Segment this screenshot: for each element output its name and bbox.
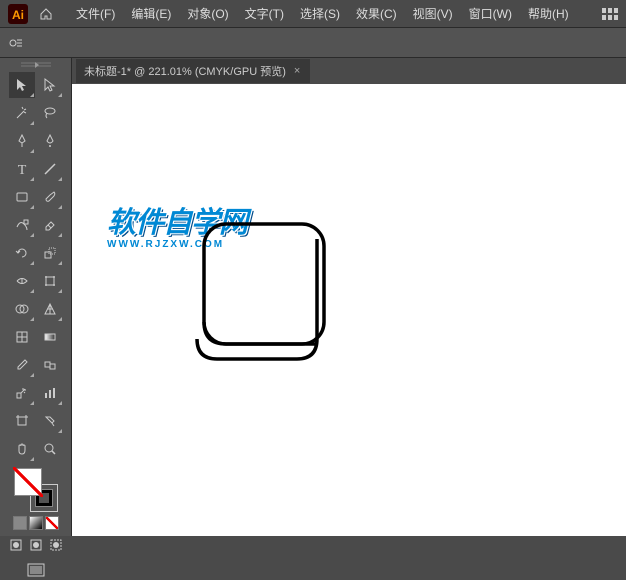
document-area: 未标题-1* @ 221.01% (CMYK/GPU 预览) × 软件自学网 W… bbox=[72, 58, 626, 536]
draw-behind[interactable] bbox=[27, 536, 45, 554]
line-segment-tool[interactable] bbox=[37, 156, 63, 182]
no-selection-icon[interactable] bbox=[6, 33, 26, 53]
options-bar bbox=[0, 28, 626, 58]
document-tabs: 未标题-1* @ 221.01% (CMYK/GPU 预览) × bbox=[72, 58, 626, 84]
artboard-tool[interactable] bbox=[9, 408, 35, 434]
magic-wand-tool[interactable] bbox=[9, 100, 35, 126]
menu-window[interactable]: 窗口(W) bbox=[461, 1, 520, 26]
scale-tool[interactable] bbox=[37, 240, 63, 266]
lasso-tool[interactable] bbox=[37, 100, 63, 126]
blend-tool[interactable] bbox=[37, 352, 63, 378]
rotate-tool[interactable] bbox=[9, 240, 35, 266]
menu-effect[interactable]: 效果(C) bbox=[348, 1, 405, 26]
hand-tool[interactable] bbox=[9, 436, 35, 462]
tab-title: 未标题-1* @ 221.01% (CMYK/GPU 预览) bbox=[84, 63, 286, 79]
svg-text:Ai: Ai bbox=[12, 8, 24, 22]
shape-builder-tool[interactable] bbox=[9, 296, 35, 322]
toolbox: T bbox=[0, 58, 72, 536]
color-mode-solid[interactable] bbox=[13, 516, 27, 530]
shaper-tool[interactable] bbox=[9, 212, 35, 238]
slice-tool[interactable] bbox=[37, 408, 63, 434]
menu-view[interactable]: 视图(V) bbox=[405, 1, 461, 26]
menu-help[interactable]: 帮助(H) bbox=[520, 1, 577, 26]
color-modes bbox=[13, 516, 59, 530]
rectangle-tool[interactable] bbox=[9, 184, 35, 210]
toolbox-handle[interactable] bbox=[6, 62, 66, 68]
selection-tool[interactable] bbox=[9, 72, 35, 98]
curvature-tool[interactable] bbox=[37, 128, 63, 154]
menu-type[interactable]: 文字(T) bbox=[237, 1, 292, 26]
menu-file[interactable]: 文件(F) bbox=[68, 1, 123, 26]
color-mode-gradient[interactable] bbox=[29, 516, 43, 530]
type-tool[interactable]: T bbox=[9, 156, 35, 182]
fill-stroke-swatch[interactable] bbox=[14, 468, 58, 512]
fill-color[interactable] bbox=[14, 468, 42, 496]
direct-selection-tool[interactable] bbox=[37, 72, 63, 98]
eyedropper-tool[interactable] bbox=[9, 352, 35, 378]
tool-grid: T bbox=[7, 70, 65, 464]
width-tool[interactable] bbox=[9, 268, 35, 294]
menu-select[interactable]: 选择(S) bbox=[292, 1, 348, 26]
top-bar: Ai 文件(F) 编辑(E) 对象(O) 文字(T) 选择(S) 效果(C) 视… bbox=[0, 0, 626, 28]
draw-modes bbox=[7, 536, 65, 554]
menu-bar: 文件(F) 编辑(E) 对象(O) 文字(T) 选择(S) 效果(C) 视图(V… bbox=[68, 1, 577, 26]
menu-object[interactable]: 对象(O) bbox=[179, 1, 236, 26]
color-section bbox=[7, 468, 65, 580]
color-mode-none[interactable] bbox=[45, 516, 59, 530]
menu-edit[interactable]: 编辑(E) bbox=[123, 1, 179, 26]
home-icon[interactable] bbox=[34, 2, 58, 26]
mesh-tool[interactable] bbox=[9, 324, 35, 350]
main-area: T bbox=[0, 58, 626, 536]
paintbrush-tool[interactable] bbox=[37, 184, 63, 210]
free-transform-tool[interactable] bbox=[37, 268, 63, 294]
draw-normal[interactable] bbox=[7, 536, 25, 554]
zoom-tool[interactable] bbox=[37, 436, 63, 462]
pen-tool[interactable] bbox=[9, 128, 35, 154]
workspace-switcher-icon[interactable] bbox=[600, 4, 620, 24]
canvas-artwork bbox=[192, 219, 337, 364]
draw-inside[interactable] bbox=[47, 536, 65, 554]
eraser-tool[interactable] bbox=[37, 212, 63, 238]
tab-close-icon[interactable]: × bbox=[292, 65, 302, 77]
top-right-controls bbox=[600, 4, 620, 24]
column-graph-tool[interactable] bbox=[37, 380, 63, 406]
app-logo: Ai bbox=[6, 2, 30, 26]
perspective-grid-tool[interactable] bbox=[37, 296, 63, 322]
svg-text:T: T bbox=[17, 163, 26, 177]
symbol-sprayer-tool[interactable] bbox=[9, 380, 35, 406]
document-tab[interactable]: 未标题-1* @ 221.01% (CMYK/GPU 预览) × bbox=[76, 59, 310, 83]
screen-mode[interactable] bbox=[24, 560, 48, 580]
canvas[interactable]: 软件自学网 WWW.RJZXW.COM bbox=[72, 84, 626, 536]
gradient-tool[interactable] bbox=[37, 324, 63, 350]
